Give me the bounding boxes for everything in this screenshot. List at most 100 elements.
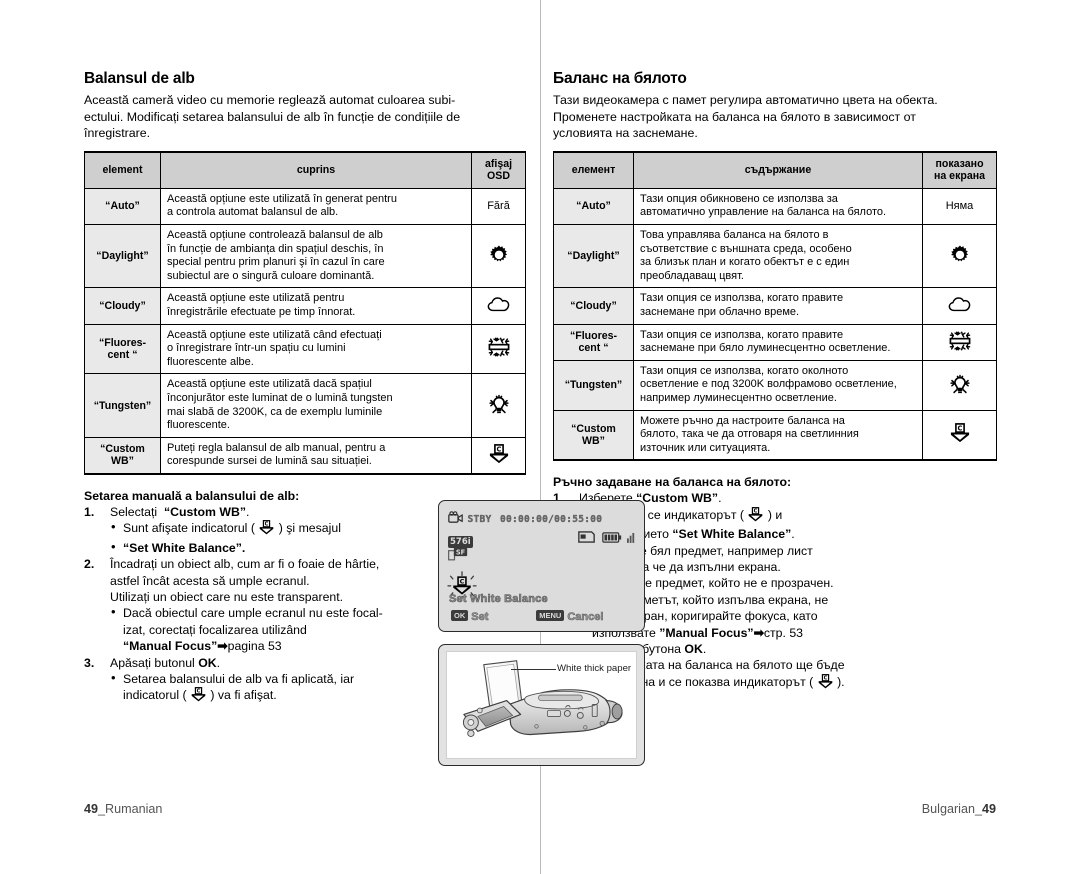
svg-text:C: C [496,445,501,453]
row-description: Тази опция се използва, когато правите з… [633,323,923,361]
language-label-right: Bulgarian_ [921,802,982,816]
lcd-stby-label: STBY [467,514,492,525]
row-description: Această opțiune este utilizată dacă spaț… [160,373,472,438]
set-white-balance-label: “Set White Balance” [672,527,792,542]
quality-sf-icon: SF [448,547,468,566]
step-text: astfel încât acesta să umple ecranul. [110,573,310,588]
svg-text:C: C [957,425,962,433]
row-osd-value: C [471,436,526,475]
row-description: Това управлява баланса на бялото в съотв… [633,223,923,289]
custom-wb-icon: C [190,687,207,706]
svg-text:C: C [823,675,827,681]
svg-text:C: C [197,689,201,695]
menu-key-label: Cancel [567,611,604,624]
column-header-element: element [84,151,161,189]
step-text: Selectați “Custom WB”. [110,504,250,519]
lcd-screen: STBY 00:00:00/00:55:00 576i SF C Set Whi… [439,501,644,631]
step-number: 1. [84,504,95,519]
row-osd-value: C [922,409,997,461]
row-item-label: “Cloudy” [553,287,634,325]
svg-text:C: C [265,522,269,528]
table-header-row: елемент съдържание показано на екрана [553,151,997,189]
bullet-text: Setarea balansului de alb va fi aplicată… [123,671,355,686]
bullet-text: Dacă obiectul care umple ecranul nu este… [123,606,383,621]
row-osd-value [471,323,526,375]
tungsten-icon [949,373,971,398]
bullet-text: izat, corectați focalizarea utilizând [123,622,307,637]
row-osd-value [471,223,526,289]
bullet-text-tail: ) и [764,507,783,522]
row-osd-value [922,323,997,361]
step-emphasis: “Custom WB” [164,504,246,519]
row-item-label: “Fluores- cent “ [553,323,634,361]
footer-left: 49_Rumanian [84,802,162,816]
page-title-romanian: Balansul de alb [84,70,195,87]
bullet-text-tail: ). [833,674,845,689]
ok-button-label: OK [198,655,217,670]
table-row: “Auto” Тази опция обикновено се използва… [553,187,997,225]
table-row: “Daylight” Această opțiune controlează b… [84,223,526,289]
row-item-label: “Cloudy” [84,287,161,325]
signal-icon [627,530,636,548]
language-label-left: _Rumanian [98,802,163,816]
column-header-element: елемент [553,151,634,189]
row-description: Această opțiune este utilizată pentru în… [160,287,472,325]
ok-key-tag[interactable]: OK [451,610,469,621]
table-row: “Cloudy” Această opțiune este utilizată … [84,287,526,325]
row-description: Această opțiune este utilizată când efec… [160,323,472,375]
arrow-right-icon: ➡ [217,639,228,654]
manual-page: Balansul de alb Această cameră video cu … [0,0,1080,874]
column-header-content: съдържание [633,151,923,189]
white-balance-table-romanian: element cuprins afişaj OSD “Auto” Aceast… [84,150,526,475]
intro-line: Тази видеокамера с памет регулира автома… [553,93,938,107]
lcd-quality-badge: SF [448,547,468,566]
step-emphasis: “Custom WB” [636,491,719,506]
svg-text:SF: SF [456,549,465,557]
camcorder-record-mode-icon [448,511,463,530]
ok-key-label: Set [471,611,489,624]
intro-line: ectului. Modificați setarea balansului d… [84,109,461,124]
page-title-bulgarian: Баланс на бялото [553,70,687,87]
cloud-icon [487,295,511,316]
row-item-label: “Daylight” [553,223,634,289]
row-item-label: “Custom WB” [84,436,161,475]
row-osd-value [922,223,997,289]
custom-wb-icon: C [258,520,275,539]
row-description: Această opțiune este utilizată în genera… [160,187,472,225]
page-reference: стр. 53 [763,625,804,640]
white-balance-table-bulgarian: елемент съдържание показано на екрана “A… [553,150,997,462]
table-header-row: element cuprins afişaj OSD [84,151,526,189]
intro-line: условията на заснемане. [553,126,698,141]
page-number-left: 49 [84,802,99,816]
table-row: “Cloudy” Тази опция се използва, когато … [553,287,997,325]
row-description: Тази опция се използва, когато правите з… [633,287,923,325]
intro-line: înregistrare. [84,126,151,141]
table-row: “Custom WB” Puteți regla balansul de alb… [84,436,526,475]
step-number: 3. [84,655,95,670]
row-osd-value [471,373,526,438]
row-osd-value: Няма [922,187,997,225]
row-item-label: “Tungsten” [84,373,161,438]
custom-wb-icon: C [747,506,764,526]
memory-card-icon [578,530,595,548]
camera-lcd-illustration: STBY 00:00:00/00:55:00 576i SF C Set Whi… [438,500,645,632]
row-osd-value [471,287,526,325]
row-item-label: “Auto” [84,187,161,225]
row-osd-value [922,359,997,411]
lcd-timecode: 00:00:00/00:55:00 [499,514,603,525]
row-item-label: “Daylight” [84,223,161,289]
menu-key-tag[interactable]: MENU [536,610,565,621]
fluorescent-icon [488,337,510,360]
cloud-icon [948,295,972,316]
fluorescent-icon [949,331,971,354]
bullet-text: indicatorul ( [123,688,190,703]
svg-text:C: C [754,508,758,514]
callout-leader-line [511,669,556,670]
lcd-message: Set White Balance [449,593,548,606]
row-item-label: “Custom WB” [553,409,634,461]
callout-label-white-paper: White thick paper [557,663,632,674]
tungsten-icon [488,393,510,418]
intro-paragraph-bulgarian: Тази видеокамера с памет регулира автома… [553,92,997,142]
bullet-text-tail: ) va fi afişat. [206,688,277,703]
custom-wb-icon: C [949,423,971,446]
